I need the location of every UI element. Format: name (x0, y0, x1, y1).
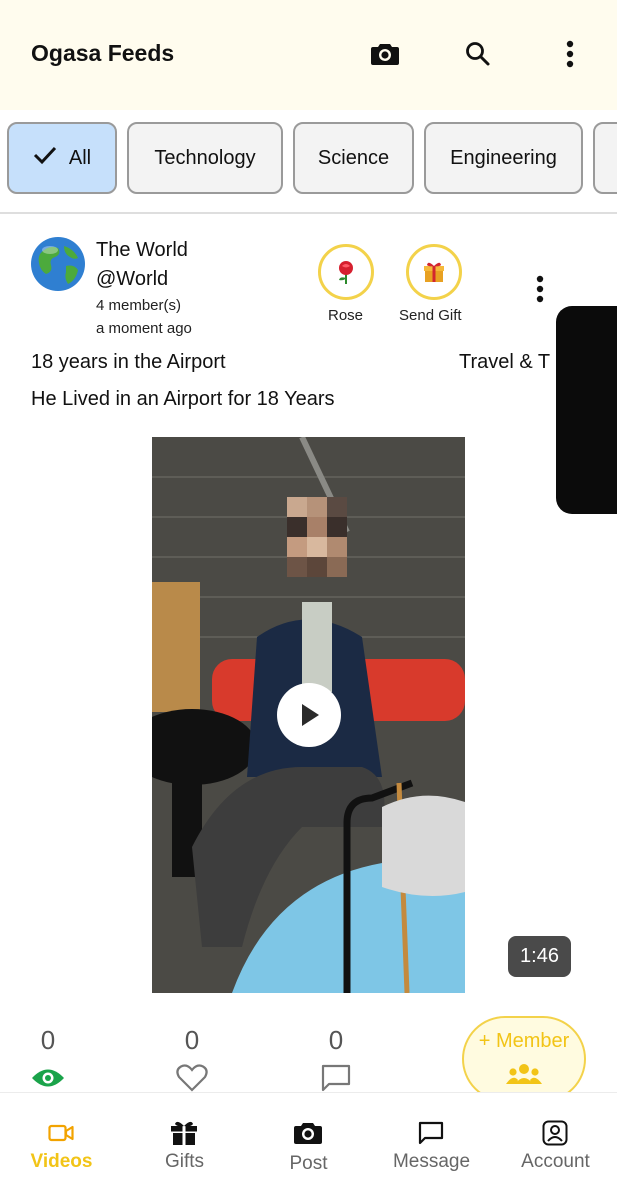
chip-all[interactable]: All (7, 122, 117, 194)
post-title: 18 years in the Airport (31, 351, 226, 373)
camera-icon (291, 1119, 325, 1147)
video-duration: 1:46 (508, 936, 571, 977)
member-button[interactable]: + Member (462, 1016, 586, 1102)
rose-icon (339, 261, 353, 284)
nav-label: Message (392, 1151, 471, 1172)
chip-label: Engineering (450, 146, 557, 169)
nav-label: Videos (30, 1151, 93, 1172)
send-gift-button[interactable] (406, 244, 462, 300)
channel-avatar[interactable] (30, 236, 86, 292)
likes-count: 0 (184, 1025, 200, 1055)
play-button[interactable] (277, 683, 341, 747)
account-icon (538, 1119, 572, 1147)
more-vertical-icon[interactable] (552, 36, 588, 72)
group-icon (506, 1062, 542, 1086)
chip-label: All (68, 146, 92, 169)
chip-partial[interactable] (593, 122, 617, 194)
nav-account[interactable]: Account (494, 1093, 617, 1201)
gift-icon (167, 1119, 201, 1147)
chip-science[interactable]: Science (293, 122, 414, 194)
gift-box-icon (424, 262, 444, 282)
member-count: 4 member(s) (96, 297, 182, 314)
comments-count: 0 (328, 1025, 344, 1055)
nav-label: Gifts (164, 1151, 205, 1172)
nav-videos[interactable]: Videos (0, 1093, 123, 1201)
eye-icon[interactable] (30, 1062, 66, 1094)
channel-handle: @World (96, 268, 169, 290)
rose-button[interactable] (318, 244, 374, 300)
globe-icon (31, 237, 85, 291)
rose-label: Rose (328, 307, 364, 324)
comment-icon[interactable] (318, 1062, 354, 1094)
message-icon (414, 1119, 448, 1147)
send-gift-label: Send Gift (399, 307, 462, 324)
post-category: Travel & T (459, 351, 551, 373)
bottom-navigation: Videos Gifts Post Message Account (0, 1092, 617, 1201)
channel-name[interactable]: The World (96, 239, 188, 262)
chip-engineering[interactable]: Engineering (424, 122, 583, 194)
nav-message[interactable]: Message (370, 1093, 493, 1201)
post-timestamp: a moment ago (96, 320, 192, 337)
chip-technology[interactable]: Technology (127, 122, 283, 194)
post-description: He Lived in an Airport for 18 Years (31, 388, 335, 410)
post-more-icon[interactable] (528, 274, 552, 304)
chip-label: Science (317, 146, 390, 169)
play-icon (302, 704, 319, 726)
app-title: Ogasa Feeds (31, 40, 175, 66)
heart-icon[interactable] (174, 1062, 210, 1094)
app-bar: Ogasa Feeds (0, 0, 617, 110)
side-overlay-panel[interactable] (556, 306, 617, 514)
category-filter-bar: All Technology Science Engineering (0, 110, 617, 214)
nav-post[interactable]: Post (247, 1093, 370, 1201)
nav-gifts[interactable]: Gifts (123, 1093, 246, 1201)
nav-label: Account (521, 1151, 590, 1172)
video-camera-icon (44, 1119, 78, 1147)
views-count: 0 (40, 1025, 56, 1055)
camera-icon[interactable] (367, 36, 403, 72)
member-button-label: + Member (478, 1030, 570, 1052)
chip-label: Technology (154, 146, 256, 169)
check-icon (33, 145, 57, 171)
nav-label: Post (289, 1153, 328, 1174)
search-icon[interactable] (460, 36, 496, 72)
